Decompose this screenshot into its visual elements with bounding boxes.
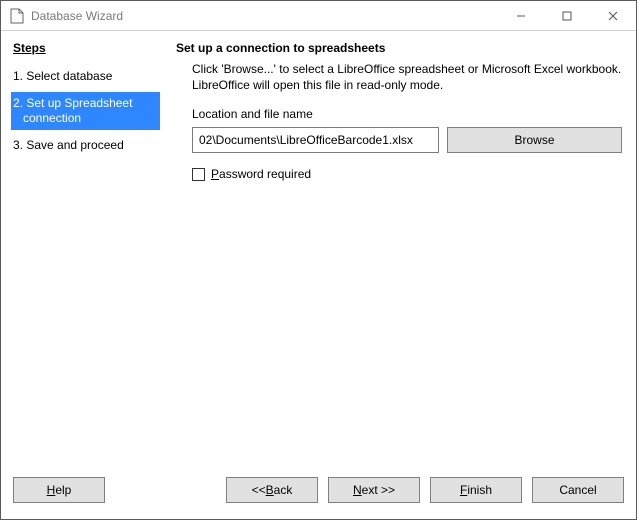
- step-spreadsheet-connection[interactable]: 2. Set up Spreadsheet connection: [11, 92, 160, 130]
- location-input[interactable]: [192, 127, 439, 153]
- window-title: Database Wizard: [31, 9, 498, 23]
- help-button[interactable]: Help: [13, 477, 105, 503]
- finish-button[interactable]: Finish: [430, 477, 522, 503]
- steps-sidebar: Steps 1. Select database 2. Set up Sprea…: [1, 31, 166, 471]
- main-description: Click 'Browse...' to select a LibreOffic…: [192, 61, 622, 93]
- browse-button[interactable]: Browse: [447, 127, 622, 153]
- wizard-window: Database Wizard Steps 1. Select database…: [0, 0, 637, 520]
- steps-heading: Steps: [11, 41, 160, 55]
- step-select-database[interactable]: 1. Select database: [11, 65, 160, 88]
- wizard-body: Steps 1. Select database 2. Set up Sprea…: [1, 31, 636, 471]
- minimize-button[interactable]: [498, 1, 544, 30]
- footer: Help << Back Next >> Finish Cancel: [1, 471, 636, 519]
- titlebar: Database Wizard: [1, 1, 636, 31]
- main-heading: Set up a connection to spreadsheets: [176, 41, 622, 55]
- password-checkbox[interactable]: [192, 168, 205, 181]
- step-save-proceed[interactable]: 3. Save and proceed: [11, 134, 160, 157]
- password-row: Password required: [192, 167, 622, 181]
- app-icon: [9, 8, 25, 24]
- password-label: Password required: [211, 167, 311, 181]
- back-button[interactable]: << Back: [226, 477, 318, 503]
- maximize-button[interactable]: [544, 1, 590, 30]
- location-label: Location and file name: [192, 107, 622, 121]
- next-button[interactable]: Next >>: [328, 477, 420, 503]
- location-row: Browse: [192, 127, 622, 153]
- main-panel: Set up a connection to spreadsheets Clic…: [166, 31, 636, 471]
- cancel-button[interactable]: Cancel: [532, 477, 624, 503]
- window-controls: [498, 1, 636, 30]
- close-button[interactable]: [590, 1, 636, 30]
